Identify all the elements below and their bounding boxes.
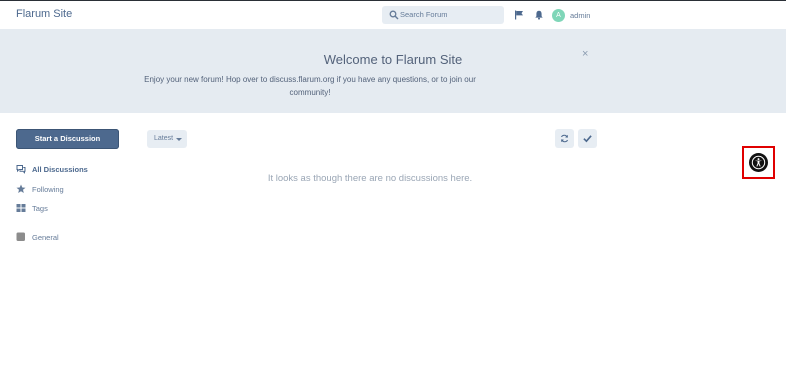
sidebar-item-label: General	[32, 233, 59, 242]
refresh-icon	[560, 134, 569, 143]
empty-discussions-message: It looks as though there are no discussi…	[267, 173, 473, 184]
welcome-hero: Welcome to Flarum Site Enjoy your new fo…	[0, 29, 786, 113]
star-icon	[16, 184, 26, 193]
search-icon	[389, 10, 399, 20]
search-placeholder: Search Forum	[400, 10, 448, 19]
avatar[interactable]: A	[552, 9, 565, 22]
search-input[interactable]: Search Forum	[382, 6, 504, 24]
site-title[interactable]: Flarum Site	[16, 8, 72, 20]
user-menu[interactable]: admin	[570, 11, 590, 20]
accessibility-widget-highlight	[742, 146, 775, 179]
close-icon[interactable]: ×	[582, 48, 588, 60]
accessibility-icon	[751, 155, 766, 170]
flag-icon[interactable]	[514, 10, 524, 20]
tag-square-icon	[16, 232, 25, 241]
hero-text: Enjoy your new forum! Hop over to discus…	[144, 75, 476, 97]
check-icon	[583, 135, 592, 143]
sort-label: Latest	[154, 135, 174, 142]
start-discussion-button[interactable]: Start a Discussion	[16, 129, 119, 149]
accessibility-button[interactable]	[749, 153, 768, 172]
header-bar: Flarum Site Search Forum A admin	[0, 1, 786, 29]
bell-icon[interactable]	[534, 10, 544, 20]
mark-all-read-button[interactable]	[578, 129, 597, 148]
tags-grid-icon	[16, 204, 26, 212]
sort-dropdown[interactable]: Latest	[147, 130, 187, 148]
caret-down-icon	[176, 138, 182, 141]
comments-icon	[16, 165, 26, 174]
hero-title: Welcome to Flarum Site	[323, 52, 463, 67]
refresh-button[interactable]	[555, 129, 574, 148]
sidebar-item-label: Tags	[32, 204, 48, 213]
sidebar-item-label: Following	[32, 185, 64, 194]
sidebar-item-label: All Discussions	[32, 165, 88, 174]
